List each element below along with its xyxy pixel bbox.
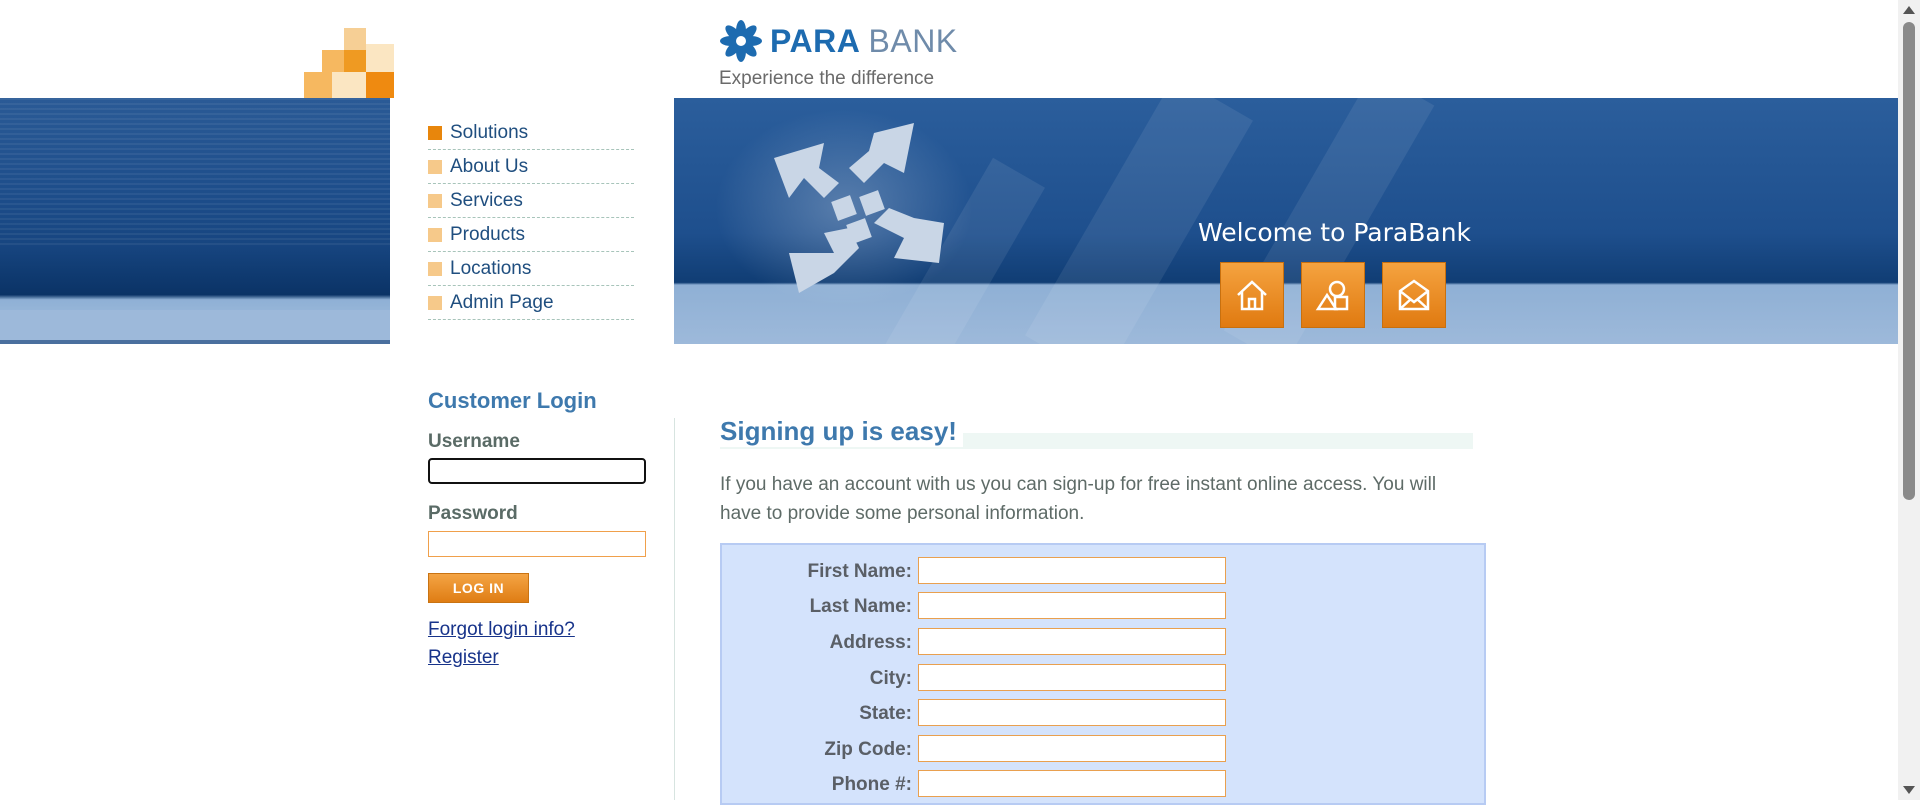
scrollbar-thumb[interactable] [1903,22,1915,500]
state-label: State: [859,703,912,724]
bullet-icon [428,227,442,242]
menu-item-services[interactable]: Services [428,184,634,218]
forgot-login-link[interactable]: Forgot login info? [428,619,575,641]
form-row-state: State: [722,699,1488,727]
menu-item-about-us[interactable]: About Us [428,150,634,184]
about-icon [1315,280,1349,311]
main-menu: Solutions About Us Services Products Loc… [428,116,634,320]
bullet-icon [428,125,442,140]
menu-item-label: Admin Page [450,291,554,313]
form-row-last-name: Last Name: [722,592,1488,620]
customer-login-title: Customer Login [428,388,597,413]
password-label: Password [428,503,518,524]
signup-form: First Name: Last Name: Address: City: St… [720,543,1486,805]
form-row-first-name: First Name: [722,557,1488,585]
phone-input[interactable] [918,770,1226,797]
last-name-label: Last Name: [809,596,912,617]
form-row-zip-code: Zip Code: [722,735,1488,763]
bullet-icon [428,295,442,310]
city-input[interactable] [918,664,1226,691]
bullet-icon [428,261,442,276]
form-row-phone: Phone #: [722,770,1488,798]
tagline: Experience the difference [719,68,935,89]
address-input[interactable] [918,628,1226,655]
city-label: City: [869,668,912,689]
menu-item-products[interactable]: Products [428,218,634,252]
last-name-input[interactable] [918,592,1226,619]
logo-cubes-decoration [304,28,394,98]
menu-item-solutions[interactable]: Solutions [428,116,634,150]
home-button[interactable] [1220,262,1284,328]
username-label: Username [428,431,520,452]
logo-text: PARA BANK [770,23,958,60]
first-name-label: First Name: [807,561,912,582]
banner-emblem-icon [774,123,944,293]
logo-text-para: PARA [770,22,860,59]
contact-button[interactable] [1382,262,1446,328]
vertical-scrollbar[interactable] [1898,0,1920,800]
bullet-icon [428,193,442,208]
bullet-icon [428,159,442,174]
register-link[interactable]: Register [428,647,499,669]
zip-code-label: Zip Code: [824,739,912,760]
logo-text-bank: BANK [868,22,958,59]
home-icon [1237,280,1267,311]
address-label: Address: [829,632,912,653]
welcome-heading: Welcome to ParaBank [1198,218,1472,247]
parabank-logo[interactable]: PARA BANK [718,16,958,66]
about-button[interactable] [1301,262,1365,328]
menu-item-locations[interactable]: Locations [428,252,634,286]
zip-code-input[interactable] [918,735,1226,762]
menu-item-label: Locations [450,257,532,279]
menu-item-label: Products [450,223,525,245]
login-button[interactable]: LOG IN [428,573,529,603]
form-row-city: City: [722,664,1488,692]
menu-item-label: About Us [450,155,529,177]
scroll-up-arrow-icon[interactable] [1903,6,1915,14]
envelope-icon [1398,279,1430,311]
phone-label: Phone #: [831,774,912,795]
page-title: Signing up is easy! [720,416,963,447]
menu-item-admin-page[interactable]: Admin Page [428,286,634,320]
flower-logo-icon [720,20,762,62]
form-row-address: Address: [722,628,1488,656]
menu-item-label: Solutions [450,121,529,143]
scroll-down-arrow-icon[interactable] [1903,786,1915,794]
first-name-input[interactable] [918,557,1226,584]
password-input[interactable] [428,531,646,557]
content-divider [674,418,675,800]
username-input[interactable] [428,458,646,484]
intro-text: If you have an account with us you can s… [720,474,1437,524]
state-input[interactable] [918,699,1226,726]
menu-item-label: Services [450,189,523,211]
